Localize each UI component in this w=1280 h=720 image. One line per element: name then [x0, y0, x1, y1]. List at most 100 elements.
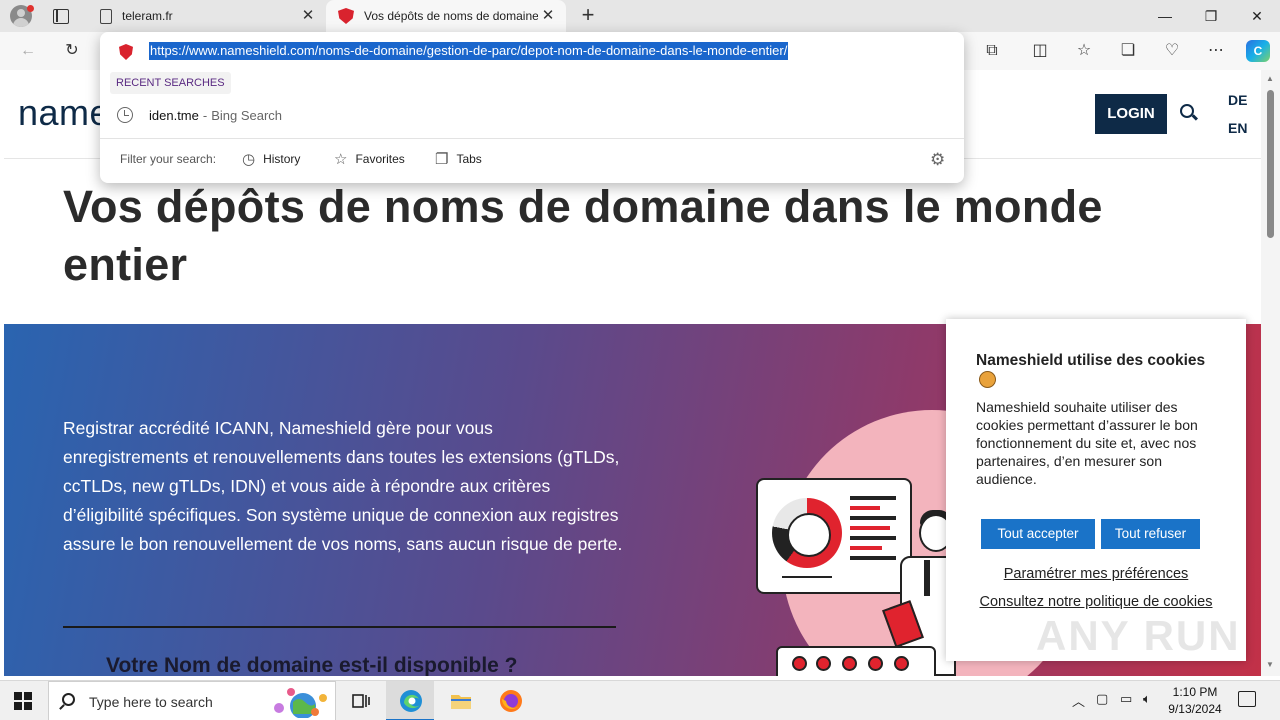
new-tab-button[interactable]: +: [576, 4, 600, 28]
search-source: Bing Search: [211, 107, 283, 123]
restore-button[interactable]: ❐: [1188, 0, 1234, 32]
windows-taskbar: Type here to search ︿ ▢ ▭ 🔈︎ 1:10 PM 9/1…: [0, 680, 1280, 720]
illustration-dot: [894, 656, 909, 671]
illustration-dot: [792, 656, 807, 671]
hero-divider: [63, 626, 616, 628]
cookie-policy-link[interactable]: Consultez notre politique de cookies: [976, 593, 1216, 611]
cookie-title: Nameshield utilise des cookies: [976, 350, 1216, 392]
scroll-down-arrow-icon[interactable]: ▼: [1266, 660, 1274, 669]
split-screen-icon[interactable]: ◫: [1028, 40, 1052, 62]
language-de-link[interactable]: DE: [1228, 92, 1247, 108]
more-options-icon[interactable]: ⋯: [1204, 40, 1228, 62]
taskbar-search-placeholder: Type here to search: [89, 694, 213, 710]
filter-history-label: History: [263, 152, 301, 166]
tab-nameshield[interactable]: Vos dépôts de noms de domaine ✕: [326, 0, 566, 32]
illustration-chart-card: [756, 478, 912, 594]
illustration-bar: [850, 556, 896, 560]
star-icon: ☆: [334, 151, 348, 168]
page-scrollbar[interactable]: ▲ ▼: [1261, 70, 1280, 676]
task-view-button[interactable]: [336, 681, 384, 720]
filter-favorites-button[interactable]: ☆ Favorites: [334, 149, 405, 169]
cookie-emoji-icon: [979, 371, 996, 388]
address-input[interactable]: https://www.nameshield.com/noms-de-domai…: [149, 42, 789, 60]
illustration-bar: [850, 496, 896, 500]
close-window-button[interactable]: ✕: [1234, 0, 1280, 32]
clock-time: 1:10 PM: [1172, 685, 1218, 699]
filter-tabs-button[interactable]: ❐ Tabs: [435, 149, 482, 169]
nameshield-favicon-icon: [338, 8, 354, 24]
tab-teleram[interactable]: teleram.fr ✕: [86, 0, 326, 32]
firefox-taskbar-button[interactable]: [486, 681, 534, 720]
firefox-icon: [500, 690, 522, 712]
edge-icon: [400, 690, 422, 712]
search-term: iden.tme: [149, 107, 199, 123]
login-button[interactable]: LOGIN: [1095, 94, 1167, 134]
filter-history-button[interactable]: ◷ History: [242, 149, 300, 169]
back-button[interactable]: ←: [16, 40, 40, 62]
performance-heart-icon[interactable]: ♡: [1160, 40, 1184, 62]
tray-overflow-chevron-icon[interactable]: ︿: [1072, 691, 1085, 710]
address-bar-dropdown: https://www.nameshield.com/noms-de-domai…: [100, 32, 964, 183]
illustration-bar: [850, 506, 880, 510]
tab-actions-icon[interactable]: [50, 6, 70, 26]
volume-icon[interactable]: 🔈︎: [1143, 691, 1151, 707]
accept-all-button[interactable]: Tout accepter: [981, 519, 1095, 549]
illustration-bar: [850, 526, 890, 530]
illustration-bar: [850, 516, 896, 520]
taskbar-search-box[interactable]: Type here to search: [48, 681, 336, 720]
windows-start-icon[interactable]: [14, 692, 32, 710]
site-shield-icon: [119, 44, 133, 60]
page-title: Vos dépôts de noms de domaine dans le mo…: [63, 181, 1103, 290]
reload-button[interactable]: ↻: [60, 40, 84, 62]
search-highlight-globe-icon: [274, 688, 327, 718]
scrollbar-thumb[interactable]: [1267, 90, 1274, 238]
anyrun-watermark: ANY RUN: [1036, 612, 1241, 659]
history-icon: ◷: [242, 151, 256, 168]
tabs-icon: ❐: [435, 151, 449, 168]
search-icon[interactable]: [1180, 104, 1194, 118]
system-clock[interactable]: 1:10 PM 9/13/2024: [1160, 684, 1230, 718]
task-view-icon: [352, 694, 370, 708]
scroll-up-arrow-icon[interactable]: ▲: [1266, 74, 1274, 83]
tab-strip: teleram.fr ✕ Vos dépôts de noms de domai…: [0, 0, 1280, 32]
notification-center-icon[interactable]: [1238, 691, 1256, 707]
settings-gear-icon[interactable]: ⚙: [930, 150, 945, 170]
page-icon: [100, 8, 112, 24]
profile-notification-dot: [27, 5, 34, 12]
cookie-preferences-link[interactable]: Paramétrer mes préférences: [976, 565, 1216, 583]
illustration-dot: [842, 656, 857, 671]
collections-icon[interactable]: ❏: [1116, 40, 1140, 62]
folder-icon: [451, 695, 471, 709]
network-icon[interactable]: ▭: [1120, 691, 1132, 707]
clock-date: 9/13/2024: [1168, 702, 1222, 716]
nameshield-logo[interactable]: name: [18, 92, 110, 134]
illustration-person-tie: [924, 560, 930, 596]
tab-close-icon[interactable]: ✕: [298, 6, 318, 26]
language-en-link[interactable]: EN: [1228, 120, 1247, 136]
refuse-all-button[interactable]: Tout refuser: [1101, 519, 1200, 549]
illustration-bar: [850, 546, 882, 550]
tray-device-icon[interactable]: ▢: [1096, 691, 1108, 707]
edge-taskbar-button[interactable]: [386, 681, 434, 720]
copilot-icon[interactable]: C: [1246, 40, 1270, 62]
cookie-title-text: Nameshield utilise des cookies: [976, 352, 1206, 369]
extensions-icon[interactable]: ⧉: [980, 40, 1004, 62]
minimize-button[interactable]: —: [1142, 0, 1188, 32]
tab-title: Vos dépôts de noms de domaine: [364, 9, 538, 23]
search-icon: [62, 693, 75, 706]
filter-tabs-label: Tabs: [456, 152, 482, 166]
tab-title: teleram.fr: [122, 9, 173, 23]
donut-chart-icon: [772, 498, 842, 568]
file-explorer-taskbar-button[interactable]: [436, 681, 484, 720]
illustration-dot: [816, 656, 831, 671]
tab-close-icon[interactable]: ✕: [538, 6, 558, 26]
filter-favorites-label: Favorites: [355, 152, 405, 166]
illustration-dots-card: [776, 646, 936, 676]
separator: -: [202, 107, 208, 123]
filter-label: Filter your search:: [120, 152, 217, 166]
illustration-bar: [850, 536, 896, 540]
illustration-bar: [782, 576, 832, 578]
favorites-star-icon[interactable]: ☆: [1072, 40, 1096, 62]
cookie-description: Nameshield souhaite utiliser des cookies…: [976, 399, 1198, 487]
recent-search-item[interactable]: iden.tme - Bing Search: [100, 100, 964, 130]
